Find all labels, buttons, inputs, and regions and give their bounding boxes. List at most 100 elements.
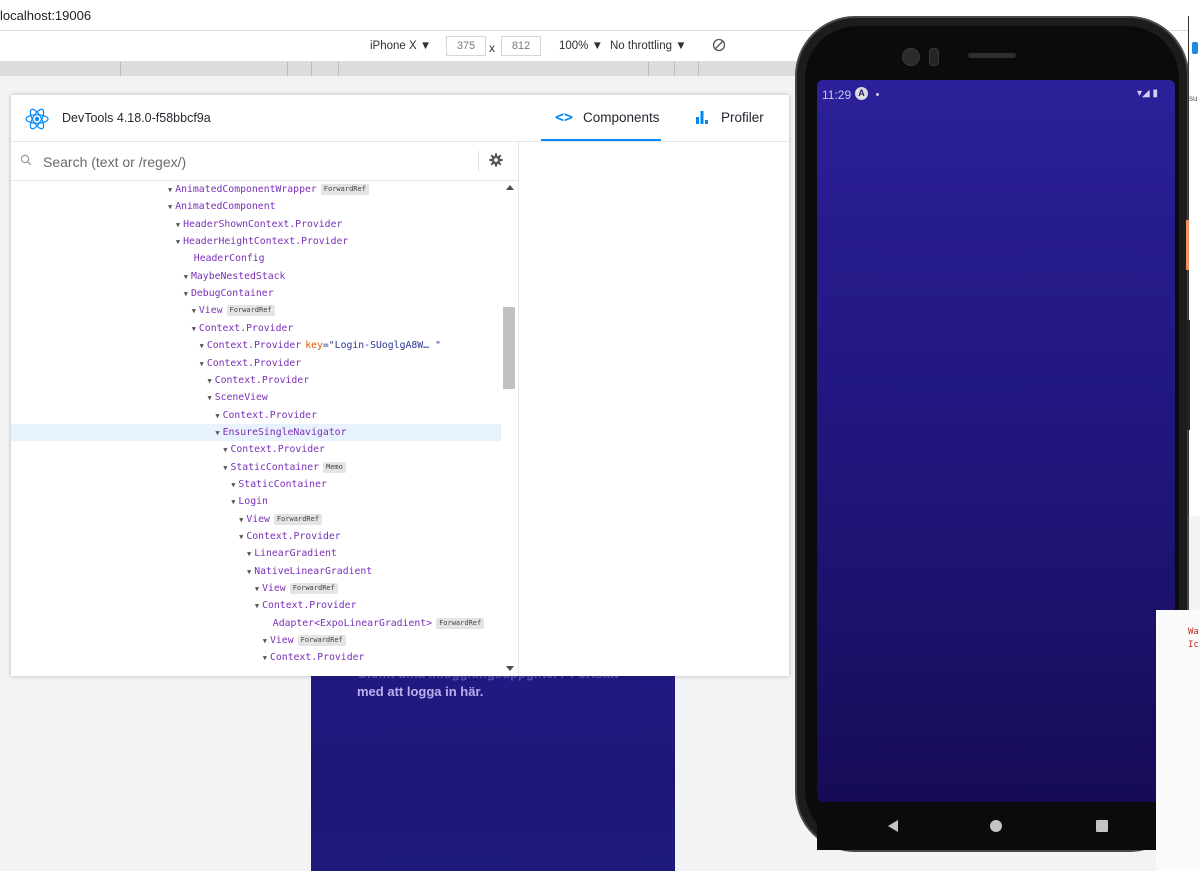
expand-arrow-icon[interactable]: ▼ — [192, 325, 196, 333]
tree-row[interactable]: ▼ Context.Provider — [11, 372, 501, 389]
component-name: LinearGradient — [254, 548, 337, 560]
width-input[interactable]: 375 — [446, 36, 486, 56]
tree-row[interactable]: ▼ AnimatedComponentWrapper ForwardRef — [11, 181, 501, 198]
component-name: View — [262, 583, 286, 595]
tree-row[interactable]: ▼ Context.Provider — [11, 528, 501, 545]
status-bar: 11:29 A ▾◢ ▮ — [817, 80, 1175, 110]
expand-arrow-icon[interactable]: ▼ — [168, 186, 172, 194]
sensor-icon — [929, 48, 939, 66]
key-prop-label: key — [305, 340, 323, 352]
component-name: View — [270, 635, 294, 647]
component-name: Context.Provider — [246, 531, 341, 542]
component-name: View — [246, 513, 270, 525]
scroll-up-arrow-icon[interactable] — [506, 185, 514, 190]
expand-arrow-icon[interactable]: ▼ — [247, 568, 251, 576]
tree-row[interactable]: ▼ StaticContainer Memo — [11, 459, 501, 476]
notification-dot-icon — [876, 93, 879, 96]
expand-arrow-icon[interactable]: ▼ — [208, 394, 212, 402]
tab-components[interactable]: <> Components — [541, 95, 661, 141]
expand-arrow-icon[interactable]: ▼ — [184, 290, 188, 298]
zoom-select[interactable]: 100% ▼ — [559, 40, 603, 52]
search-row — [11, 142, 519, 181]
edge-error-line: Wa — [1188, 627, 1199, 637]
tree-row[interactable]: ▼ SceneView — [11, 389, 501, 406]
tree-row[interactable]: ▼ Context.Provider — [11, 441, 501, 458]
tree-row[interactable]: ▼ Login — [11, 493, 501, 510]
tree-row[interactable]: ▼ EnsureSingleNavigator — [11, 423, 501, 441]
tree-row[interactable]: ▼ Context.Provider — [11, 407, 501, 424]
preview-login-text[interactable]: med att logga in här. — [357, 684, 483, 699]
expand-arrow-icon[interactable]: ▼ — [247, 550, 251, 558]
expand-arrow-icon[interactable]: ▼ — [255, 585, 259, 593]
tree-row[interactable]: ▼ LinearGradient — [11, 545, 501, 562]
expand-arrow-icon[interactable]: ▼ — [231, 481, 235, 489]
edge-window — [1188, 16, 1200, 516]
url-text[interactable]: localhost:19006 — [0, 8, 91, 23]
tree-row[interactable]: ▼ Context.Provider — [11, 649, 501, 666]
tree-row[interactable]: ▼ Context.Provider — [11, 597, 501, 614]
tab-components-label: Components — [583, 110, 660, 125]
tree-row[interactable]: ▼ HeaderHeightContext.Provider — [11, 233, 501, 250]
rotate-icon[interactable] — [712, 38, 726, 55]
tree-row[interactable]: ▼ AnimatedComponent — [11, 198, 501, 215]
component-tree[interactable]: ▼ Context.Provider ▼ View ForwardRef Adapter<… — [11, 181, 519, 676]
expand-arrow-icon[interactable]: ▼ — [223, 446, 227, 454]
expand-arrow-icon[interactable]: ▼ — [263, 654, 267, 662]
hoc-badge: Memo — [323, 461, 346, 473]
tree-row[interactable]: ▼ Context.Provider — [11, 355, 501, 372]
component-name: Adapter<ExpoLinearGradient> — [272, 617, 433, 629]
tree-row[interactable]: ▼ HeaderShownContext.Provider — [11, 216, 501, 233]
tab-profiler[interactable]: Profiler — [691, 95, 786, 141]
expand-arrow-icon[interactable]: ▼ — [176, 238, 180, 246]
phone-screen[interactable]: 11:29 A ▾◢ ▮ — [817, 80, 1175, 802]
expand-arrow-icon[interactable]: ▼ — [239, 533, 243, 541]
expand-arrow-icon[interactable]: ▼ — [176, 221, 180, 229]
scrollbar-track[interactable] — [502, 181, 517, 676]
tree-row[interactable]: ▼ Context.Provider key="Login-SUoglgA8W… " — [11, 337, 501, 354]
expand-arrow-icon[interactable]: ▼ — [231, 498, 235, 506]
back-icon[interactable] — [888, 820, 898, 832]
component-name: EnsureSingleNavigator — [222, 426, 347, 438]
tree-row[interactable]: ▼ View ForwardRef — [11, 511, 501, 528]
edge-dark-bar — [1187, 320, 1190, 430]
scrollbar-thumb[interactable] — [503, 307, 515, 389]
expand-arrow-icon[interactable]: ▼ — [168, 203, 172, 211]
component-name: Context.Provider — [198, 322, 294, 334]
tree-row[interactable]: ▼ View ForwardRef — [11, 302, 501, 319]
expand-arrow-icon[interactable]: ▼ — [192, 307, 196, 315]
expand-arrow-icon[interactable]: ▼ — [184, 273, 188, 281]
component-name: MaybeNestedStack — [191, 270, 286, 282]
scroll-down-arrow-icon[interactable] — [506, 666, 514, 671]
tree-row[interactable]: ▼ View ForwardRef — [11, 580, 501, 597]
tree-row[interactable]: HeaderConfig — [11, 250, 501, 267]
expand-arrow-icon[interactable]: ▼ — [255, 602, 259, 610]
expand-arrow-icon[interactable]: ▼ — [215, 412, 219, 420]
expand-arrow-icon[interactable]: ▼ — [239, 516, 243, 524]
react-devtools-panel: DevTools 4.18.0-f58bbcf9a <> Components … — [11, 95, 789, 676]
throttling-select[interactable]: No throttling ▼ — [610, 40, 687, 52]
gear-icon[interactable] — [488, 152, 504, 168]
height-input[interactable]: 812 — [501, 36, 541, 56]
device-select[interactable]: iPhone X ▼ — [370, 40, 431, 52]
expand-arrow-icon[interactable]: ▼ — [223, 464, 227, 472]
tree-row[interactable]: ▼ NativeLinearGradient — [11, 563, 501, 580]
tree-row[interactable]: Adapter<ExpoLinearGradient> ForwardRef — [11, 615, 501, 632]
tree-row[interactable]: ▼ View ForwardRef — [11, 632, 501, 649]
expand-arrow-icon[interactable]: ▼ — [263, 637, 267, 645]
hoc-badge: ForwardRef — [297, 635, 346, 647]
recent-apps-icon[interactable] — [1096, 820, 1108, 832]
tree-row[interactable]: ▼ MaybeNestedStack — [11, 268, 501, 285]
home-icon[interactable] — [990, 820, 1002, 832]
tree-row[interactable]: ▼ DebugContainer — [11, 285, 501, 302]
tree-row[interactable]: ▼ Context.Provider — [11, 320, 501, 337]
tree-row[interactable]: ▼ StaticContainer — [11, 476, 501, 493]
expand-arrow-icon[interactable]: ▼ — [208, 377, 212, 385]
expand-arrow-icon[interactable]: ▼ — [200, 342, 204, 350]
component-name: View — [198, 305, 223, 317]
component-name: StaticContainer — [230, 461, 319, 473]
expand-arrow-icon[interactable]: ▼ — [200, 360, 204, 368]
component-name: HeaderConfig — [193, 253, 265, 265]
expand-arrow-icon[interactable]: ▼ — [215, 429, 219, 437]
search-input[interactable] — [41, 150, 475, 174]
edge-accent-bar — [1186, 220, 1189, 270]
